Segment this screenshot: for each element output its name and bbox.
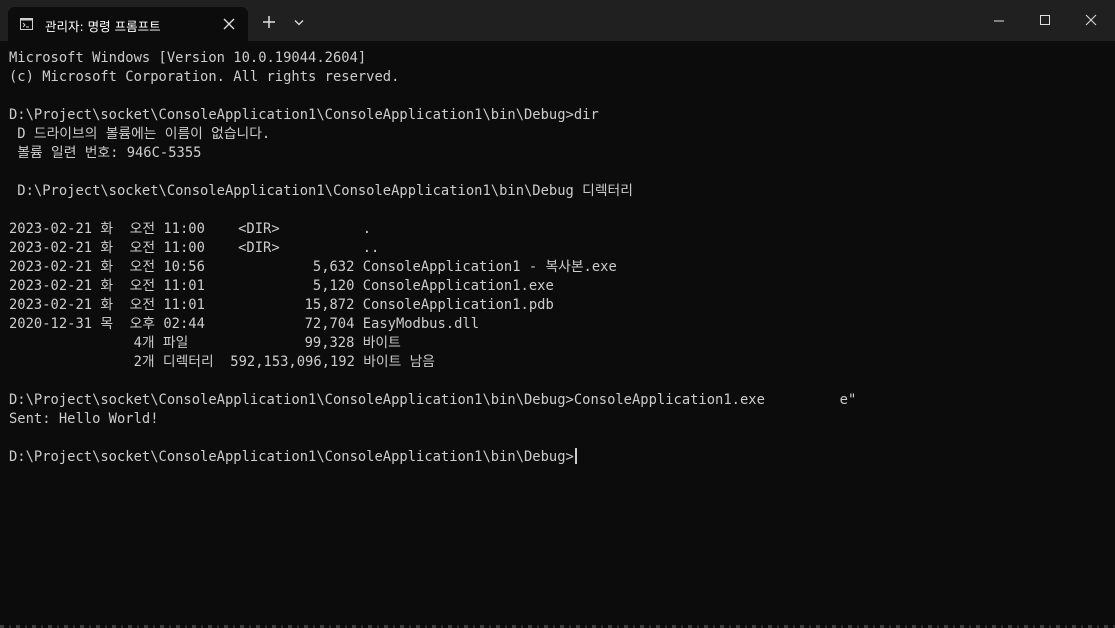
minimize-button[interactable] bbox=[976, 0, 1022, 41]
command-prompt-line[interactable]: D:\Project\socket\ConsoleApplication1\Co… bbox=[9, 448, 1109, 467]
console-line: D:\Project\socket\ConsoleApplication1\Co… bbox=[9, 392, 857, 408]
cmd-icon bbox=[20, 18, 33, 30]
dir-entry: 2023-02-21 화 오전 11:00 <DIR> .. bbox=[9, 240, 380, 256]
prompt-text: D:\Project\socket\ConsoleApplication1\Co… bbox=[9, 449, 574, 465]
console-line: Sent: Hello World! bbox=[9, 411, 159, 427]
dir-summary: 4개 파일 99,328 바이트 bbox=[9, 335, 401, 351]
title-bar[interactable]: 관리자: 명령 프롬프트 bbox=[0, 0, 1115, 41]
tab-command-prompt[interactable]: 관리자: 명령 프롬프트 bbox=[8, 7, 248, 41]
close-icon bbox=[1085, 14, 1097, 26]
console-output[interactable]: Microsoft Windows [Version 10.0.19044.26… bbox=[9, 49, 1109, 619]
console-line: D:\Project\socket\ConsoleApplication1\Co… bbox=[9, 183, 633, 199]
maximize-button[interactable] bbox=[1022, 0, 1068, 41]
dir-summary: 2개 디렉터리 592,153,096,192 바이트 남음 bbox=[9, 354, 435, 370]
console-line: D:\Project\socket\ConsoleApplication1\Co… bbox=[9, 107, 599, 123]
console-line: (c) Microsoft Corporation. All rights re… bbox=[9, 69, 400, 85]
console-line: D 드라이브의 볼륨에는 이름이 없습니다. bbox=[9, 126, 271, 142]
terminal-window: 관리자: 명령 프롬프트 Microsoft Windows [Version … bbox=[0, 0, 1115, 628]
close-icon[interactable] bbox=[222, 17, 236, 31]
dir-entry: 2020-12-31 목 오후 02:44 72,704 EasyModbus.… bbox=[9, 316, 480, 332]
text-cursor bbox=[574, 448, 577, 464]
dir-entry: 2023-02-21 화 오전 11:00 <DIR> . bbox=[9, 221, 372, 237]
maximize-icon bbox=[1040, 15, 1050, 25]
dir-entry: 2023-02-21 화 오전 11:01 5,120 ConsoleAppli… bbox=[9, 278, 554, 294]
minimize-icon bbox=[994, 20, 1004, 22]
chevron-down-icon[interactable] bbox=[294, 19, 304, 26]
plus-icon[interactable] bbox=[262, 15, 276, 29]
dir-entry: 2023-02-21 화 오전 10:56 5,632 ConsoleAppli… bbox=[9, 259, 617, 275]
console-line: Microsoft Windows [Version 10.0.19044.26… bbox=[9, 50, 367, 66]
console-line: 볼륨 일련 번호: 946C-5355 bbox=[9, 145, 202, 161]
tab-title: 관리자: 명령 프롬프트 bbox=[45, 19, 161, 34]
close-button[interactable] bbox=[1068, 0, 1114, 41]
dir-entry: 2023-02-21 화 오전 11:01 15,872 ConsoleAppl… bbox=[9, 297, 554, 313]
